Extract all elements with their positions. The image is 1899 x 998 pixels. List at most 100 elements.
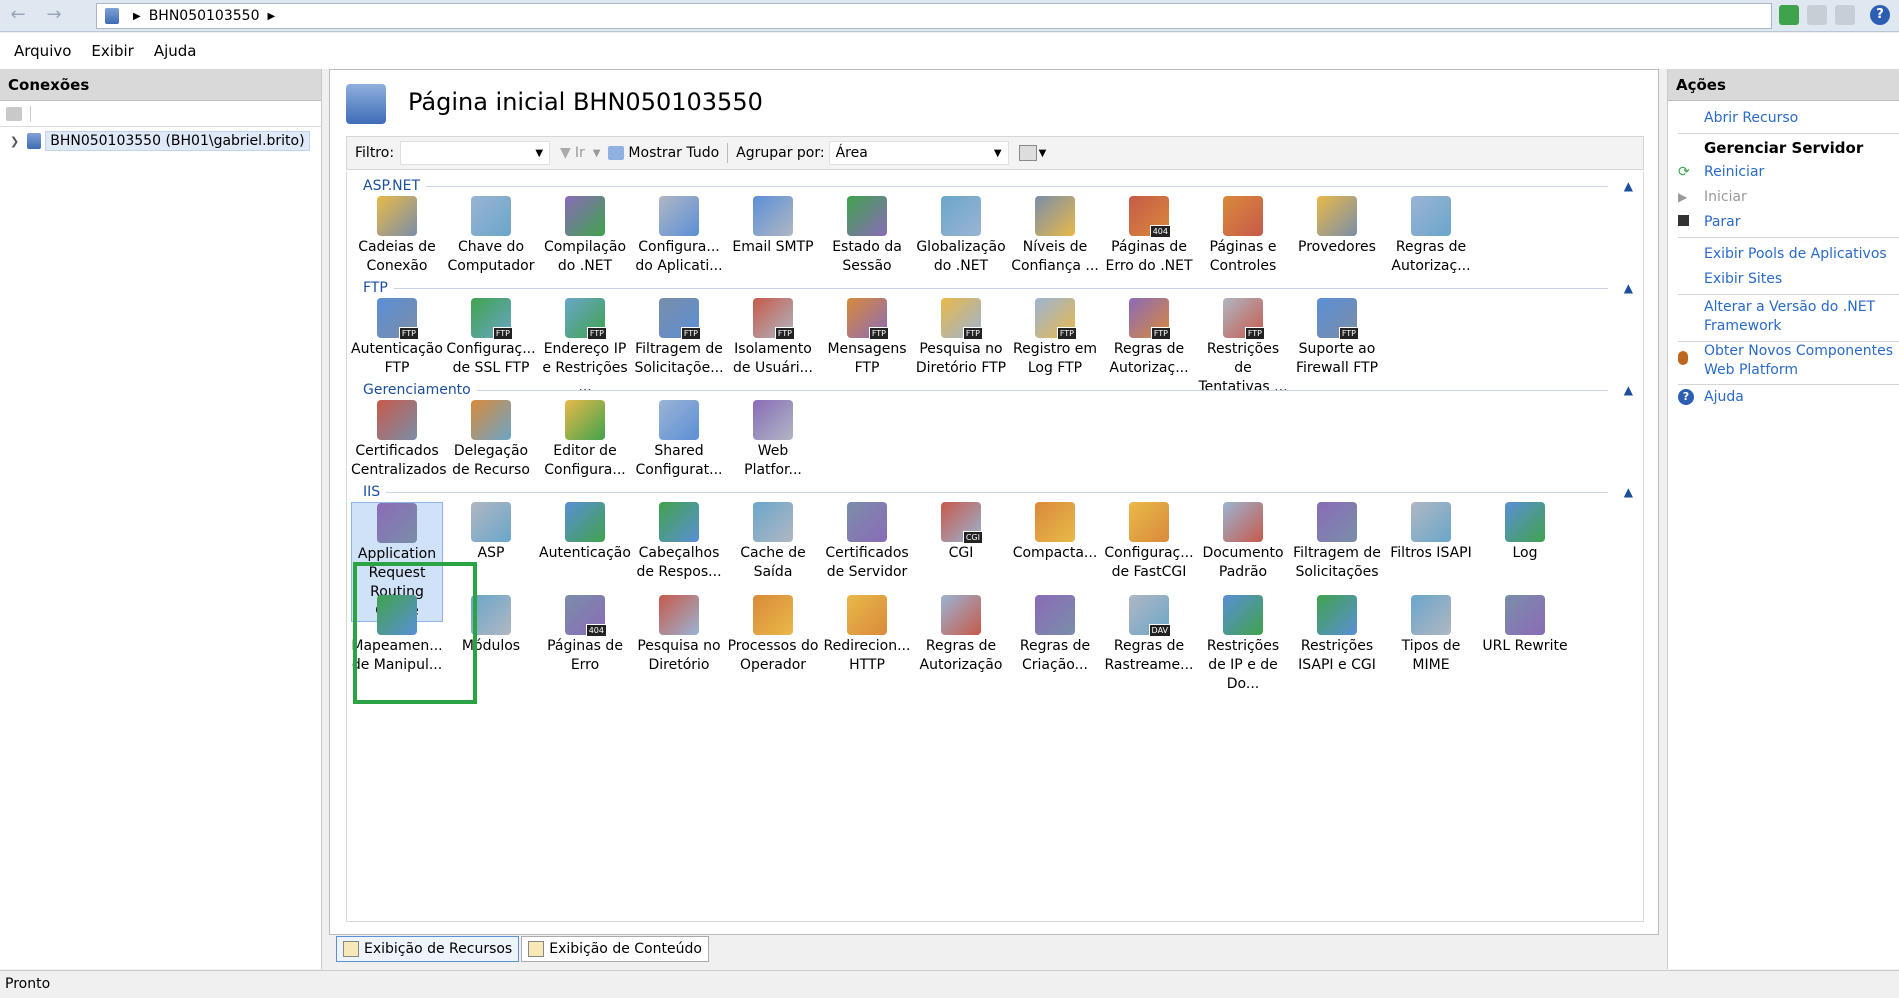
- feature-item[interactable]: FTP Registro em Log FTP: [1009, 298, 1101, 378]
- show-all-button[interactable]: Mostrar Tudo: [628, 145, 719, 161]
- crumb-dropdown-icon[interactable]: ▶: [267, 11, 275, 22]
- group-by-select[interactable]: Área ▼: [828, 141, 1009, 165]
- feature-icon: [1317, 595, 1357, 635]
- feature-item[interactable]: FTP Regras de Autorizaç...: [1103, 298, 1195, 378]
- feature-icon: [1317, 502, 1357, 542]
- feature-item[interactable]: Cabeçalhos de Respos...: [633, 502, 725, 582]
- feature-item[interactable]: Compilação do .NET: [539, 196, 631, 276]
- feature-item[interactable]: FTP Filtragem de Solicitaçõe...: [633, 298, 725, 378]
- action-restart[interactable]: Reiniciar: [1704, 163, 1894, 182]
- view-mode-dropdown-icon[interactable]: ▼: [1039, 148, 1047, 159]
- feature-item[interactable]: Cache de Saída: [727, 502, 819, 582]
- action-change-net-version[interactable]: Alterar a Versão do .NET Framework: [1704, 298, 1894, 336]
- action-view-sites[interactable]: Exibir Sites: [1704, 270, 1894, 289]
- feature-item[interactable]: Restrições ISAPI e CGI: [1291, 595, 1383, 675]
- feature-item[interactable]: DAV Regras de Rastreame...: [1103, 595, 1195, 675]
- feature-item[interactable]: Delegação de Recurso: [445, 400, 537, 480]
- feature-item[interactable]: Regras de Autorização: [915, 595, 1007, 675]
- feature-item[interactable]: Shared Configurat...: [633, 400, 725, 480]
- feature-icon: FTP: [471, 298, 513, 340]
- feature-icon: [659, 502, 699, 542]
- feature-icon: [377, 400, 417, 440]
- connections-toolbar: [0, 101, 321, 127]
- feature-item[interactable]: Configura... do Aplicati...: [633, 196, 725, 276]
- collapse-chevron-icon[interactable]: ▲: [1624, 281, 1633, 295]
- expand-chevron-icon[interactable]: ❯: [10, 135, 19, 148]
- feature-item[interactable]: Documento Padrão: [1197, 502, 1289, 582]
- feature-item[interactable]: Filtragem de Solicitações: [1291, 502, 1383, 582]
- collapse-chevron-icon[interactable]: ▲: [1624, 485, 1633, 499]
- feature-item[interactable]: Globalização do .NET: [915, 196, 1007, 276]
- feature-item[interactable]: Autenticação: [539, 502, 631, 563]
- feature-item[interactable]: 404 Páginas de Erro do .NET: [1103, 196, 1195, 276]
- connect-icon[interactable]: [6, 106, 22, 121]
- feature-item[interactable]: Log: [1479, 502, 1571, 563]
- feature-item[interactable]: Páginas e Controles: [1197, 196, 1289, 276]
- feature-item[interactable]: Provedores: [1291, 196, 1383, 257]
- menu-arquivo[interactable]: Arquivo: [14, 42, 71, 60]
- feature-item[interactable]: Níveis de Confiança ...: [1009, 196, 1101, 276]
- feature-item[interactable]: FTP Configuraç... de SSL FTP: [445, 298, 537, 378]
- menu-ajuda[interactable]: Ajuda: [154, 42, 197, 60]
- go-dropdown-icon[interactable]: ▼: [593, 148, 601, 159]
- feature-item[interactable]: Regras de Autorizaç...: [1385, 196, 1477, 276]
- feature-item[interactable]: Regras de Criação...: [1009, 595, 1101, 675]
- refresh-icon[interactable]: [1779, 5, 1799, 25]
- feature-item[interactable]: FTP Mensagens FTP: [821, 298, 913, 378]
- tree-node-label[interactable]: BHN050103550 (BH01\gabriel.brito): [45, 131, 310, 151]
- feature-item[interactable]: Restrições de IP e de Do...: [1197, 595, 1289, 694]
- feature-item[interactable]: Compacta...: [1009, 502, 1101, 563]
- feature-item[interactable]: FTP Isolamento de Usuári...: [727, 298, 819, 378]
- go-button[interactable]: Ir: [575, 145, 585, 161]
- action-help[interactable]: Ajuda: [1704, 388, 1894, 407]
- feature-label: Estado da Sessão: [832, 239, 902, 274]
- feature-item[interactable]: Redirecion... HTTP: [821, 595, 913, 675]
- section-header-mgmt[interactable]: Gerenciamento ▲: [363, 382, 1633, 398]
- feature-item[interactable]: Filtros ISAPI: [1385, 502, 1477, 563]
- forward-arrow-icon[interactable]: →: [40, 4, 68, 28]
- feature-item[interactable]: URL Rewrite: [1479, 595, 1571, 656]
- tab-content-view[interactable]: Exibição de Conteúdo: [521, 936, 709, 962]
- section-header-aspnet[interactable]: ASP.NET ▲: [363, 178, 1633, 194]
- feature-item[interactable]: Cadeias de Conexão: [351, 196, 443, 276]
- section-header-iis[interactable]: IIS ▲: [363, 484, 1633, 500]
- feature-item[interactable]: Certificados Centralizados: [351, 400, 447, 480]
- feature-item[interactable]: Processos do Operador: [727, 595, 819, 675]
- collapse-chevron-icon[interactable]: ▲: [1624, 383, 1633, 397]
- section-title: ASP.NET: [363, 178, 421, 194]
- breadcrumb[interactable]: BHN050103550: [149, 8, 260, 24]
- feature-item[interactable]: FTP Pesquisa no Diretório FTP: [915, 298, 1007, 378]
- tab-features-view[interactable]: Exibição de Recursos: [336, 936, 520, 962]
- feature-item[interactable]: CGI CGI: [915, 502, 1007, 563]
- feature-item[interactable]: 404 Páginas de Erro: [539, 595, 631, 675]
- feature-item[interactable]: ASP: [445, 502, 537, 563]
- action-start[interactable]: Iniciar: [1704, 188, 1894, 207]
- action-stop[interactable]: Parar: [1704, 213, 1894, 232]
- collapse-chevron-icon[interactable]: ▲: [1624, 179, 1633, 193]
- menu-exibir[interactable]: Exibir: [91, 42, 133, 60]
- feature-item[interactable]: FTP Suporte ao Firewall FTP: [1291, 298, 1383, 378]
- feature-item[interactable]: Tipos de MIME: [1385, 595, 1477, 675]
- feature-icon: FTP: [565, 298, 607, 340]
- feature-item[interactable]: Web Platfor...: [727, 400, 819, 480]
- action-open-feature[interactable]: Abrir Recurso: [1704, 109, 1894, 128]
- feature-item[interactable]: Configuraç... de FastCGI: [1103, 502, 1195, 582]
- feature-item[interactable]: Chave do Computador: [445, 196, 537, 276]
- feature-item[interactable]: Pesquisa no Diretório: [633, 595, 725, 675]
- feature-item[interactable]: Editor de Configura...: [539, 400, 631, 480]
- back-arrow-icon[interactable]: ←: [4, 4, 32, 28]
- view-mode-icon[interactable]: [1018, 145, 1037, 161]
- home-icon[interactable]: [1835, 5, 1855, 25]
- action-view-app-pools[interactable]: Exibir Pools de Aplicativos: [1704, 245, 1894, 264]
- feature-item[interactable]: Certificados de Servidor: [821, 502, 913, 582]
- section-header-ftp[interactable]: FTP ▲: [363, 280, 1633, 296]
- stop-icon[interactable]: [1807, 5, 1827, 25]
- filter-input[interactable]: ▼: [400, 141, 551, 165]
- feature-item[interactable]: FTP Autenticação FTP: [351, 298, 443, 378]
- help-icon[interactable]: ?: [1870, 5, 1890, 25]
- tree-server-node[interactable]: ❯ BHN050103550 (BH01\gabriel.brito): [10, 131, 310, 151]
- feature-item[interactable]: Email SMTP: [727, 196, 819, 257]
- feature-item[interactable]: Estado da Sessão: [821, 196, 913, 276]
- address-input[interactable]: ▶ BHN050103550 ▶: [96, 3, 1772, 29]
- action-get-web-platform[interactable]: Obter Novos Componentes Web Platform: [1704, 342, 1894, 380]
